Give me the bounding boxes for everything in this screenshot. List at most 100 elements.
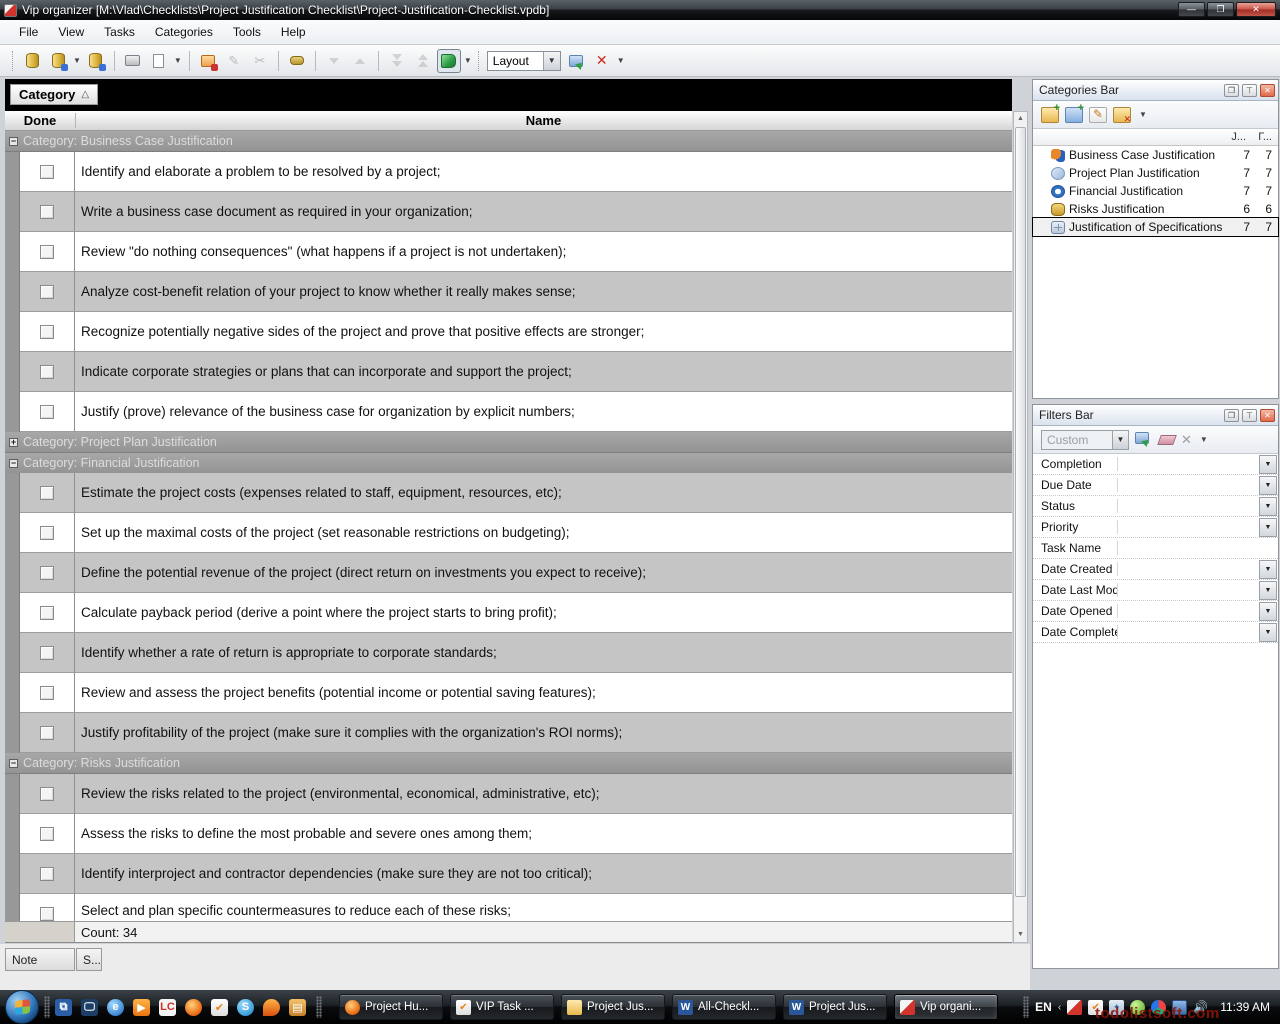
category-item-risks[interactable]: Risks Justification 6 6 [1033,200,1278,218]
panel-restore-icon[interactable]: ❐ [1224,84,1239,97]
filter-preset-select[interactable]: Custom ▼ [1041,430,1129,450]
media-player-icon[interactable]: ▶ [133,999,150,1016]
scroll-down-icon[interactable]: ▼ [1014,928,1027,942]
apply-layout-button[interactable] [564,49,588,73]
panel-pin-icon[interactable]: ⊤ [1242,409,1257,422]
print-dropdown-icon[interactable]: ▼ [174,56,182,65]
filter-dropdown-icon[interactable]: ▼ [1259,455,1277,474]
new-database-button[interactable] [20,49,44,73]
checklist-row[interactable]: Define the potential revenue of the proj… [5,553,1012,593]
taskbar-button[interactable]: ✔ VIP Task ... [450,994,554,1020]
done-checkbox[interactable] [40,205,54,219]
new-task-button[interactable] [196,49,220,73]
checklist-row[interactable]: Set up the maximal costs of the project … [5,513,1012,553]
menu-tools[interactable]: Tools [224,22,270,42]
checklist-row[interactable]: Indicate corporate strategies or plans t… [5,352,1012,392]
done-checkbox[interactable] [40,827,54,841]
collapse-icon[interactable]: − [9,137,18,146]
edit-category-button[interactable] [1089,107,1107,123]
save-database-button[interactable] [84,49,108,73]
panel-pin-icon[interactable]: ⊤ [1242,84,1257,97]
group-row-business-case[interactable]: − Category: Business Case Justification [5,131,1012,152]
expand-icon[interactable]: + [9,438,18,447]
checklist-row[interactable]: Identify whether a rate of return is app… [5,633,1012,673]
checklist-row[interactable]: Calculate payback period (derive a point… [5,593,1012,633]
done-checkbox[interactable] [40,165,54,179]
checklist-row[interactable]: Review "do nothing consequences" (what h… [5,232,1012,272]
category-item-specifications[interactable]: Justification of Specifications 7 7 [1033,218,1278,236]
collapse-icon[interactable]: − [9,459,18,468]
done-checkbox[interactable] [40,606,54,620]
done-checkbox[interactable] [40,486,54,500]
panel-close-icon[interactable]: ✕ [1260,409,1275,422]
column-name[interactable]: Name [75,113,1012,128]
filter-dropdown-icon[interactable]: ▼ [1259,581,1277,600]
delete-layout-button[interactable]: ✕ [590,49,614,73]
category-item-business-case[interactable]: Business Case Justification 7 7 [1033,146,1278,164]
move-down-button[interactable] [322,49,346,73]
menu-help[interactable]: Help [272,22,315,42]
lc-messenger-icon[interactable]: LC [159,999,176,1016]
taskbar-button[interactable]: W Project Jus... [783,994,887,1020]
find-button[interactable] [285,49,309,73]
combo-dropdown-icon[interactable]: ▼ [1112,431,1128,449]
column-done[interactable]: Done [5,113,75,128]
sort-by-category-button[interactable]: Category △ [10,84,98,105]
filter-dropdown-icon[interactable]: ▼ [1259,518,1277,537]
done-checkbox[interactable] [40,405,54,419]
done-checkbox[interactable] [40,867,54,881]
done-checkbox[interactable] [40,726,54,740]
checklist-row[interactable]: Identify interproject and contractor dep… [5,854,1012,894]
delete-category-button[interactable] [1113,107,1131,123]
checklist-row[interactable]: Review and assess the project benefits (… [5,673,1012,713]
category-item-project-plan[interactable]: Project Plan Justification 7 7 [1033,164,1278,182]
layout-toggle-button[interactable] [437,49,461,73]
eraser-icon[interactable] [1157,435,1177,445]
move-bottom-button[interactable] [385,49,409,73]
filters-toolbar-overflow-icon[interactable]: ▼ [1200,435,1208,444]
minimize-button[interactable]: — [1178,2,1205,17]
done-checkbox[interactable] [40,285,54,299]
start-button[interactable] [5,990,39,1024]
checklist-row[interactable]: Estimate the project costs (expenses rel… [5,473,1012,513]
done-checkbox[interactable] [40,566,54,580]
tray-app-icon[interactable] [1067,1000,1082,1015]
apply-filter-icon[interactable] [1135,432,1149,444]
layout-dropdown-icon[interactable]: ▼ [464,56,472,65]
new-category-button[interactable] [1041,107,1059,123]
panel-restore-icon[interactable]: ❐ [1224,409,1239,422]
filter-dropdown-icon[interactable]: ▼ [1259,623,1277,642]
group-row-risks[interactable]: − Category: Risks Justification [5,753,1012,774]
menu-tasks[interactable]: Tasks [95,22,144,42]
edit-task-button[interactable]: ✎ [222,49,246,73]
categories-toolbar-overflow-icon[interactable]: ▼ [1139,110,1147,119]
checklist-row[interactable]: Justify (prove) relevance of the busines… [5,392,1012,432]
organizer-book-icon[interactable]: ▤ [289,999,306,1016]
restore-button[interactable]: ❐ [1207,2,1234,17]
checklist-row[interactable]: Identify and elaborate a problem to be r… [5,152,1012,192]
done-checkbox[interactable] [40,787,54,801]
taskbar-button[interactable]: Project Hu... [339,994,443,1020]
checklist-row[interactable]: Write a business case document as requir… [5,192,1012,232]
delete-task-button[interactable]: ✂ [248,49,272,73]
vip-check-icon[interactable]: ✔ [211,999,228,1016]
move-up-button[interactable] [348,49,372,73]
layout-select[interactable]: Layout ▼ [487,51,561,71]
combo-dropdown-icon[interactable]: ▼ [543,52,560,70]
filter-dropdown-icon[interactable]: ▼ [1259,602,1277,621]
scrollbar-thumb[interactable] [1015,127,1026,897]
tree-col1[interactable]: J... [1231,131,1246,143]
checklist-row[interactable]: Justify profitability of the project (ma… [5,713,1012,753]
filter-dropdown-icon[interactable]: ▼ [1259,476,1277,495]
checklist-row[interactable]: Review the risks related to the project … [5,774,1012,814]
category-item-financial[interactable]: Financial Justification 7 7 [1033,182,1278,200]
panel-close-icon[interactable]: ✕ [1260,84,1275,97]
filter-dropdown-icon[interactable]: ▼ [1259,497,1277,516]
open-dropdown-icon[interactable]: ▼ [73,56,81,65]
done-checkbox[interactable] [40,646,54,660]
vertical-scrollbar[interactable]: ▲ ▼ [1013,111,1028,943]
show-desktop-icon[interactable]: 🖵 [81,999,98,1016]
group-row-project-plan[interactable]: + Category: Project Plan Justification [5,432,1012,453]
taskbar-button-active[interactable]: Vip organi... [894,994,998,1020]
toolbar-overflow-icon[interactable]: ▼ [617,56,625,65]
